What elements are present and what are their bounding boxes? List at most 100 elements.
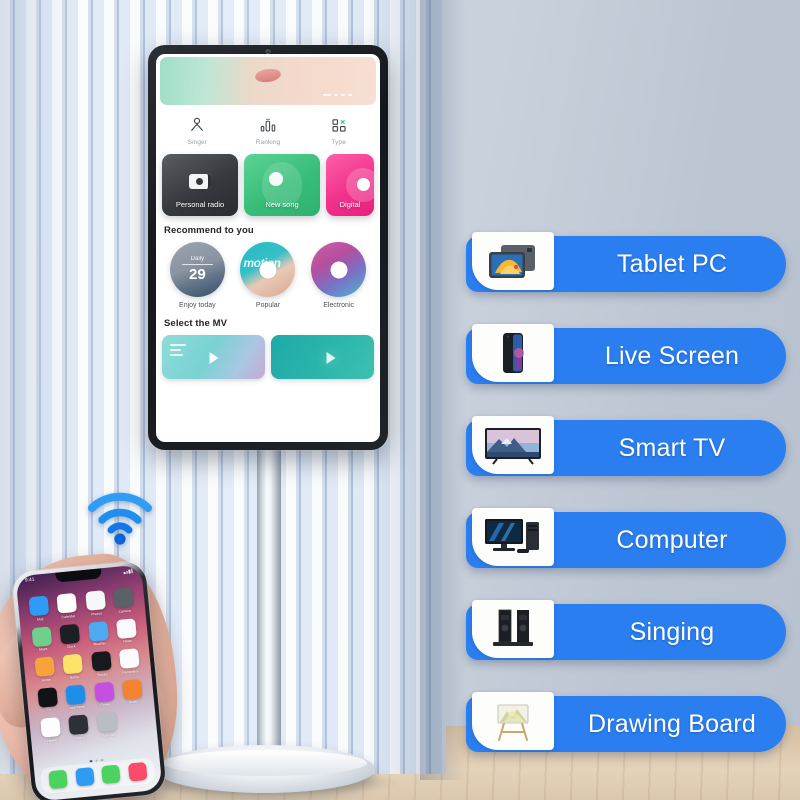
recommend-heading: Recommend to you: [164, 225, 254, 236]
display-screen[interactable]: ♪ Singer Ranking Type Personal radio New…: [156, 54, 380, 442]
category-card-digital[interactable]: Digital: [326, 154, 374, 216]
stand-base: [155, 745, 375, 793]
app-icon: [113, 587, 134, 609]
phone-app-settings[interactable]: Settings: [94, 711, 119, 738]
desktop-computer-icon: [472, 508, 554, 566]
app-icon: [96, 711, 118, 733]
quick-nav[interactable]: ♪ Singer Ranking Type: [162, 114, 374, 146]
phone-app-books[interactable]: Books: [120, 678, 145, 705]
tablet-pc-icon: [472, 232, 554, 290]
disc-artwork: motion: [240, 242, 296, 297]
quick-nav-item-type[interactable]: Type: [303, 114, 374, 146]
quick-nav-item-singer[interactable]: ♪ Singer: [162, 114, 233, 146]
app-label: Photos: [91, 610, 102, 616]
feature-badge-label: Singing: [629, 617, 715, 646]
app-icon: [56, 592, 78, 614]
phone-app-app-store[interactable]: App Store: [63, 683, 88, 711]
app-icon: [68, 714, 90, 736]
quick-nav-item-ranking[interactable]: Ranking: [233, 114, 304, 146]
phone-app-reminders[interactable]: Reminders: [117, 648, 142, 675]
quick-nav-label: Singer: [187, 139, 208, 146]
disc-artwork: [311, 242, 367, 297]
disc-number: 29: [188, 266, 206, 283]
dock-icon-safari[interactable]: [74, 767, 95, 787]
dock-icon-music[interactable]: [127, 761, 148, 782]
hero-pagination-dots[interactable]: [323, 94, 352, 96]
disc-center-hole: [259, 261, 277, 278]
feature-badge-drawing-board[interactable]: Drawing Board: [466, 692, 786, 752]
app-label: Home: [41, 677, 51, 683]
app-label: App Store: [69, 704, 85, 710]
app-label: Settings: [101, 732, 115, 738]
app-icon: [28, 595, 50, 617]
feature-badge-live-screen[interactable]: Live Screen: [466, 324, 786, 384]
phone-app-photos[interactable]: Photos: [83, 590, 108, 617]
phone-app-health[interactable]: Health: [38, 717, 63, 744]
feature-badge-list: Tablet PC Live Screen Smart TV Computer …: [466, 232, 786, 752]
disc-item-electronic[interactable]: Electronic: [308, 242, 370, 309]
dock-icon-phone[interactable]: [48, 769, 69, 790]
app-icon: [121, 678, 143, 700]
mv-list[interactable]: [156, 335, 380, 379]
mv-card-artwork-lines: [170, 344, 186, 359]
smart-display-device[interactable]: ♪ Singer Ranking Type Personal radio New…: [148, 45, 388, 450]
wifi-signal-icon: [84, 487, 156, 549]
feature-badge-computer[interactable]: Computer: [466, 508, 786, 568]
category-card-label: New song: [265, 200, 299, 209]
smartphone-icon: [472, 324, 554, 382]
quick-nav-label: Type: [331, 139, 346, 146]
feature-badge-label: Tablet PC: [616, 249, 728, 278]
dock-icon-messages[interactable]: [101, 764, 121, 785]
feature-badge-tablet-pc[interactable]: Tablet PC: [466, 232, 786, 292]
phone-app-notes[interactable]: Notes: [60, 653, 85, 680]
app-label: Maps: [38, 646, 48, 652]
phone-app-wallet[interactable]: Wallet: [66, 714, 91, 741]
recommend-disc-list[interactable]: Daily 29 Enjoy today motion Popular: [156, 242, 380, 309]
mv-heading: Select the MV: [164, 318, 228, 329]
smartphone-device[interactable]: 9:41 Mail Calendar Photos Camera Maps Clock We…: [11, 560, 167, 800]
app-icon: [115, 617, 137, 639]
phone-app-grid[interactable]: Mail Calendar Photos Camera Maps Clock Weather…: [18, 586, 157, 744]
disc-label: Electronic: [323, 302, 354, 309]
mv-card[interactable]: [162, 335, 265, 379]
phone-app-maps[interactable]: Maps: [29, 625, 54, 653]
phone-notch: [55, 568, 103, 583]
phone-app-mail[interactable]: Mail: [27, 595, 52, 622]
smartphone-screen[interactable]: 9:41 Mail Calendar Photos Camera Maps Clock We…: [15, 564, 163, 800]
phone-app-news[interactable]: News: [114, 617, 139, 645]
phone-app-calendar[interactable]: Calendar: [55, 592, 80, 620]
hero-banner[interactable]: [160, 57, 376, 105]
mv-card[interactable]: [271, 335, 374, 379]
feature-badge-label: Live Screen: [604, 341, 740, 370]
feature-badge-singing[interactable]: Singing: [466, 600, 786, 660]
category-card-new-song[interactable]: New song: [244, 154, 320, 216]
app-label: Weather: [92, 641, 106, 647]
app-icon: [90, 650, 112, 672]
app-icon: [34, 656, 56, 678]
feature-badge-smart-tv[interactable]: Smart TV: [466, 416, 786, 476]
ranking-bars-icon: [233, 114, 304, 136]
app-icon: [59, 623, 81, 644]
app-label: TV: [46, 707, 52, 713]
disc-item-enjoy-today[interactable]: Daily 29 Enjoy today: [166, 242, 228, 309]
easel-icon: [472, 692, 554, 750]
play-icon[interactable]: [326, 351, 336, 364]
app-label: Reminders: [122, 668, 139, 675]
app-icon: [93, 681, 115, 702]
play-icon[interactable]: [209, 351, 218, 364]
category-cards[interactable]: Personal radio New song Digital: [156, 150, 380, 216]
phone-app-camera[interactable]: Camera: [111, 587, 136, 614]
phone-app-weather[interactable]: Weather: [86, 620, 111, 647]
svg-text:♪: ♪: [196, 126, 198, 130]
category-card-personal-radio[interactable]: Personal radio: [162, 154, 238, 216]
app-label: Health: [46, 737, 58, 743]
phone-app-tv[interactable]: TV: [35, 686, 60, 713]
phone-app-home[interactable]: Home: [32, 656, 57, 683]
phone-app-itunes[interactable]: iTunes: [92, 681, 117, 708]
app-label: Notes: [69, 674, 79, 680]
phone-app-clock[interactable]: Clock: [58, 623, 83, 650]
app-label: Books: [128, 699, 139, 705]
app-label: Calendar: [61, 613, 76, 619]
phone-app-stocks[interactable]: Stocks: [89, 650, 114, 678]
disc-item-popular[interactable]: motion Popular: [237, 242, 299, 309]
